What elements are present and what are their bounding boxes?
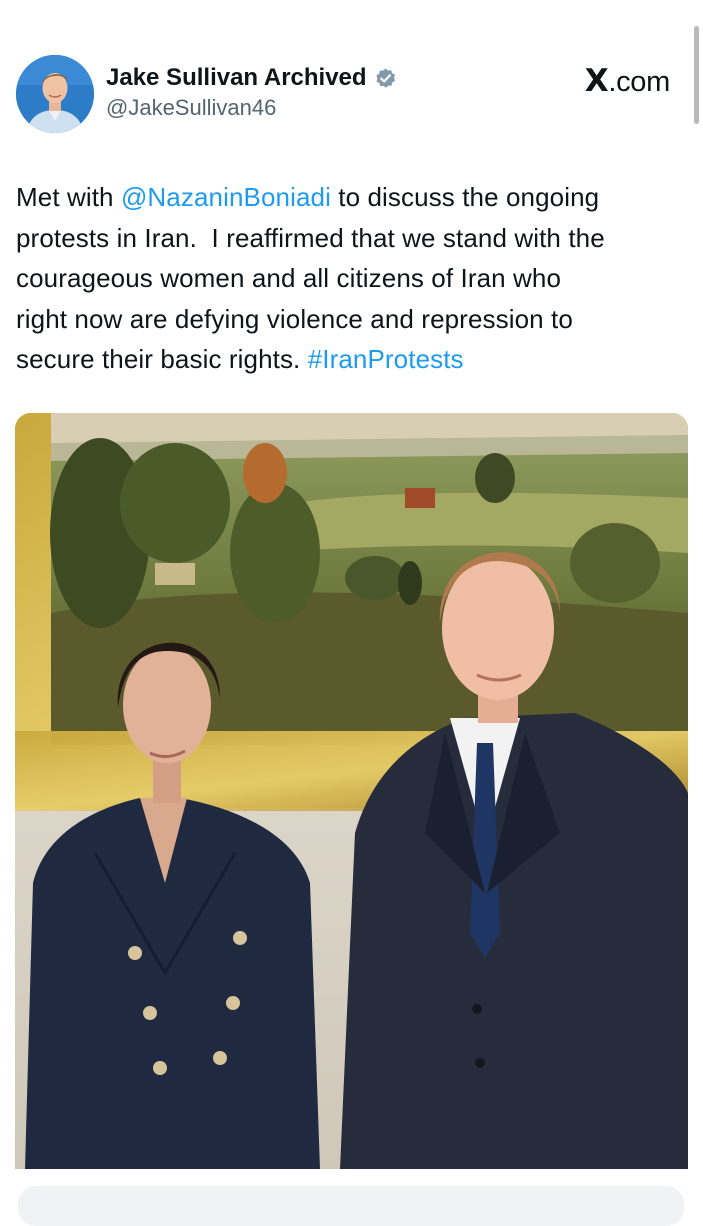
profile-avatar-icon — [16, 55, 94, 133]
tweet-header: Jake Sullivan Archived @JakeSullivan46 X… — [16, 55, 676, 135]
tweet-text-segment: to discuss the ongoing — [330, 182, 600, 212]
tweet-line-3: courageous women and all citizens of Ira… — [16, 263, 562, 293]
x-logo-text: .com — [608, 66, 670, 98]
x-logo-icon: X — [584, 63, 609, 99]
hashtag-link[interactable]: #IranProtests — [308, 344, 464, 374]
scrollbar[interactable] — [694, 26, 699, 124]
tweet-text-segment: secure their basic rights. — [16, 344, 308, 374]
tweet-line-5: secure their basic rights. #IranProtests — [16, 339, 692, 380]
author-handle[interactable]: @JakeSullivan46 — [106, 95, 397, 121]
tweet-line-2: protests in Iran. I reaffirmed that we s… — [16, 222, 605, 253]
author-display-name[interactable]: Jake Sullivan Archived — [106, 64, 367, 92]
photo-image — [15, 413, 688, 1169]
x-logo: X.com — [584, 63, 671, 99]
verified-badge-icon — [375, 67, 395, 88]
next-card-edge — [18, 1186, 684, 1226]
tweet-text-segment: Met with — [16, 182, 121, 212]
mention-link[interactable]: @NazaninBoniadi — [121, 182, 331, 212]
author-avatar[interactable] — [16, 55, 94, 133]
tweet-body: Met with @NazaninBoniadi to discuss the … — [16, 177, 692, 380]
tweet-line-1: Met with @NazaninBoniadi to discuss the … — [16, 177, 692, 218]
tweet-line-4: right now are defying violence and repre… — [16, 303, 573, 334]
tweet-photo[interactable] — [15, 413, 688, 1169]
